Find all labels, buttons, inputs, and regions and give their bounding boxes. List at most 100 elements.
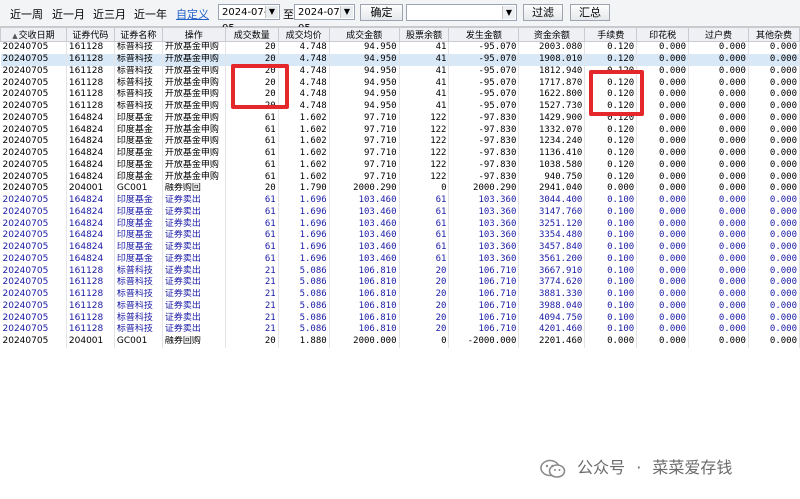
table-cell: 106.810 — [329, 312, 400, 324]
table-row[interactable]: 20240705 161128 标普科技 开放基金申购 20 4.748 94.950 41-… — [0, 65, 800, 78]
table-cell: 0.100 — [584, 206, 638, 219]
table-cell: 1.602 — [278, 124, 330, 136]
table-cell: 164824 — [66, 230, 115, 242]
table-cell: 0.120 — [584, 136, 638, 148]
table-cell: 106.810 — [329, 265, 400, 277]
column-header[interactable]: 发生金额 — [448, 27, 520, 42]
table-cell: 1.790 — [278, 183, 330, 195]
table-cell: 0.000 — [636, 277, 690, 289]
table-cell: 161128 — [66, 41, 115, 54]
range-last-three-months[interactable]: 近三月 — [93, 6, 126, 22]
table-cell: -95.070 — [448, 41, 520, 54]
column-header[interactable]: 其他杂费 — [747, 27, 800, 42]
table-row[interactable]: 20240705 161128 标普科技 证券卖出 21 5.086 106.810 20 10… — [0, 265, 800, 277]
table-row[interactable]: 20240705 164824 印度基金 开放基金申购 61 1.602 97.710 122… — [0, 136, 800, 148]
table-cell: 20 — [225, 183, 279, 195]
confirm-button[interactable]: 确定 — [360, 4, 403, 21]
table-row[interactable]: 20240705 164824 印度基金 证券卖出 61 1.696 103.460 61 10… — [0, 253, 800, 266]
column-header[interactable]: 成交均价 — [277, 27, 330, 42]
table-cell: 0.000 — [748, 300, 800, 313]
table-cell: 0.000 — [636, 65, 690, 78]
table-cell: 标普科技 — [114, 312, 163, 324]
range-last-month[interactable]: 近一月 — [52, 6, 85, 22]
table-cell: 0.100 — [584, 288, 638, 301]
table-row[interactable]: 20240705 164824 印度基金 证券卖出 61 1.696 103.460 61 10… — [0, 206, 800, 219]
summary-button[interactable]: 汇总 — [570, 4, 610, 21]
table-row[interactable]: 20240705 204001 GC001 融券购回 20 1.790 2000.290 0 2… — [0, 183, 800, 195]
table-cell: 161128 — [66, 277, 115, 289]
range-last-week[interactable]: 近一周 — [10, 6, 43, 22]
table-cell: 开放基金申购 — [162, 53, 226, 66]
table-cell: 161128 — [66, 53, 115, 66]
table-row[interactable]: 20240705 164824 印度基金 开放基金申购 61 1.602 97.710 122… — [0, 171, 800, 183]
table-cell: 标普科技 — [114, 77, 163, 89]
column-header[interactable]: 手续费 — [584, 27, 638, 42]
table-cell: 开放基金申购 — [162, 171, 226, 183]
table-cell: 20240705 — [0, 53, 67, 66]
table-row[interactable]: 20240705 164824 印度基金 开放基金申购 61 1.602 97.710 122… — [0, 147, 800, 160]
table-cell: 0.000 — [748, 288, 800, 301]
table-cell: 0.100 — [584, 300, 638, 313]
table-row[interactable]: 20240705 164824 印度基金 证券卖出 61 1.696 103.460 61 10… — [0, 218, 800, 230]
table-cell: 0.000 — [636, 124, 690, 136]
table-cell: 20240705 — [0, 335, 67, 348]
table-cell: 0.000 — [636, 335, 690, 348]
table-cell: 0.120 — [584, 53, 638, 66]
filter-select[interactable]: ▼ — [406, 4, 517, 21]
table-cell: 106.810 — [329, 324, 400, 336]
table-cell: 0.100 — [584, 230, 638, 242]
table-cell: 0.000 — [688, 171, 749, 183]
table-row[interactable]: 20240705 164824 印度基金 开放基金申购 61 1.602 97.710 122… — [0, 159, 800, 172]
column-header[interactable]: 成交数量 — [224, 27, 279, 42]
table-row[interactable]: 20240705 161128 标普科技 证券卖出 21 5.086 106.810 20 10… — [0, 288, 800, 301]
table-row[interactable]: 20240705 164824 印度基金 开放基金申购 61 1.602 97.710 122… — [0, 112, 800, 125]
table-row[interactable]: 20240705 161128 标普科技 开放基金申购 20 4.748 94.950 41-… — [0, 89, 800, 101]
start-date-picker[interactable]: 2024-07-05 ▼ — [218, 4, 280, 34]
table-cell: 0.100 — [584, 324, 638, 336]
column-header[interactable]: 资金余额 — [518, 27, 586, 42]
table-row[interactable]: 20240705 204001 GC001 融券回购 20 1.880 2000.000 0-… — [0, 335, 800, 348]
table-row[interactable]: 20240705 161128 标普科技 开放基金申购 20 4.748 94.950 41-… — [0, 100, 800, 113]
table-cell: 0.000 — [688, 312, 749, 324]
table-cell: 21 — [225, 300, 279, 313]
end-date-picker[interactable]: 2024-07-05 ▼ — [294, 4, 355, 34]
table-cell: 0.000 — [688, 41, 749, 54]
column-header[interactable]: 成交金额 — [328, 27, 400, 42]
column-header[interactable]: ▲交收日期 — [0, 27, 67, 42]
column-header[interactable]: 过户费 — [688, 27, 749, 42]
table-cell: 0.000 — [688, 265, 749, 277]
table-row[interactable]: 20240705 161128 标普科技 证券卖出 21 5.086 106.810 20 10… — [0, 312, 800, 324]
table-cell: 融券购回 — [162, 183, 226, 195]
table-cell: 2941.040 — [518, 183, 586, 195]
table-row[interactable]: 20240705 164824 印度基金 证券卖出 61 1.696 103.460 61 10… — [0, 230, 800, 242]
table-cell: 61 — [225, 159, 279, 172]
column-header[interactable]: 操作 — [161, 27, 226, 42]
table-row[interactable]: 20240705 164824 印度基金 证券卖出 61 1.696 103.460 61 10… — [0, 194, 800, 207]
table-row[interactable]: 20240705 161128 标普科技 证券卖出 21 5.086 106.810 20 10… — [0, 300, 800, 313]
table-cell: 20 — [399, 300, 450, 313]
table-cell: 61 — [225, 218, 279, 230]
column-header[interactable]: 证券名称 — [113, 27, 163, 42]
column-header[interactable]: 证券代码 — [65, 27, 115, 42]
column-header[interactable]: 股票余额 — [398, 27, 450, 42]
table-row[interactable]: 20240705 161128 标普科技 证券卖出 21 5.086 106.810 20 10… — [0, 324, 800, 336]
table-row[interactable]: 20240705 161128 标普科技 开放基金申购 20 4.748 94.950 41-… — [0, 77, 800, 89]
column-header[interactable]: 印花税 — [636, 27, 690, 42]
table-cell: 0.000 — [688, 241, 749, 254]
table-cell: 3147.760 — [518, 206, 586, 219]
table-cell: 证券卖出 — [162, 206, 226, 219]
table-row[interactable]: 20240705 161128 标普科技 开放基金申购 20 4.748 94.950 41-… — [0, 53, 800, 66]
table-row[interactable]: 20240705 164824 印度基金 证券卖出 61 1.696 103.460 61 10… — [0, 241, 800, 254]
table-row[interactable]: 20240705 161128 标普科技 开放基金申购 20 4.748 94.950 41-… — [0, 41, 800, 54]
range-last-year[interactable]: 近一年 — [134, 6, 167, 22]
table-cell: 61 — [225, 136, 279, 148]
range-custom[interactable]: 自定义 — [176, 6, 209, 22]
table-cell: 20240705 — [0, 277, 67, 289]
table-row[interactable]: 20240705 164824 印度基金 开放基金申购 61 1.602 97.710 122… — [0, 124, 800, 136]
table-cell: 印度基金 — [114, 194, 163, 207]
table-row[interactable]: 20240705 161128 标普科技 证券卖出 21 5.086 106.810 20 10… — [0, 277, 800, 289]
table-cell: 20240705 — [0, 265, 67, 277]
table-cell: 2003.080 — [518, 41, 586, 54]
filter-button[interactable]: 过滤 — [523, 4, 563, 21]
table-cell: 21 — [225, 288, 279, 301]
